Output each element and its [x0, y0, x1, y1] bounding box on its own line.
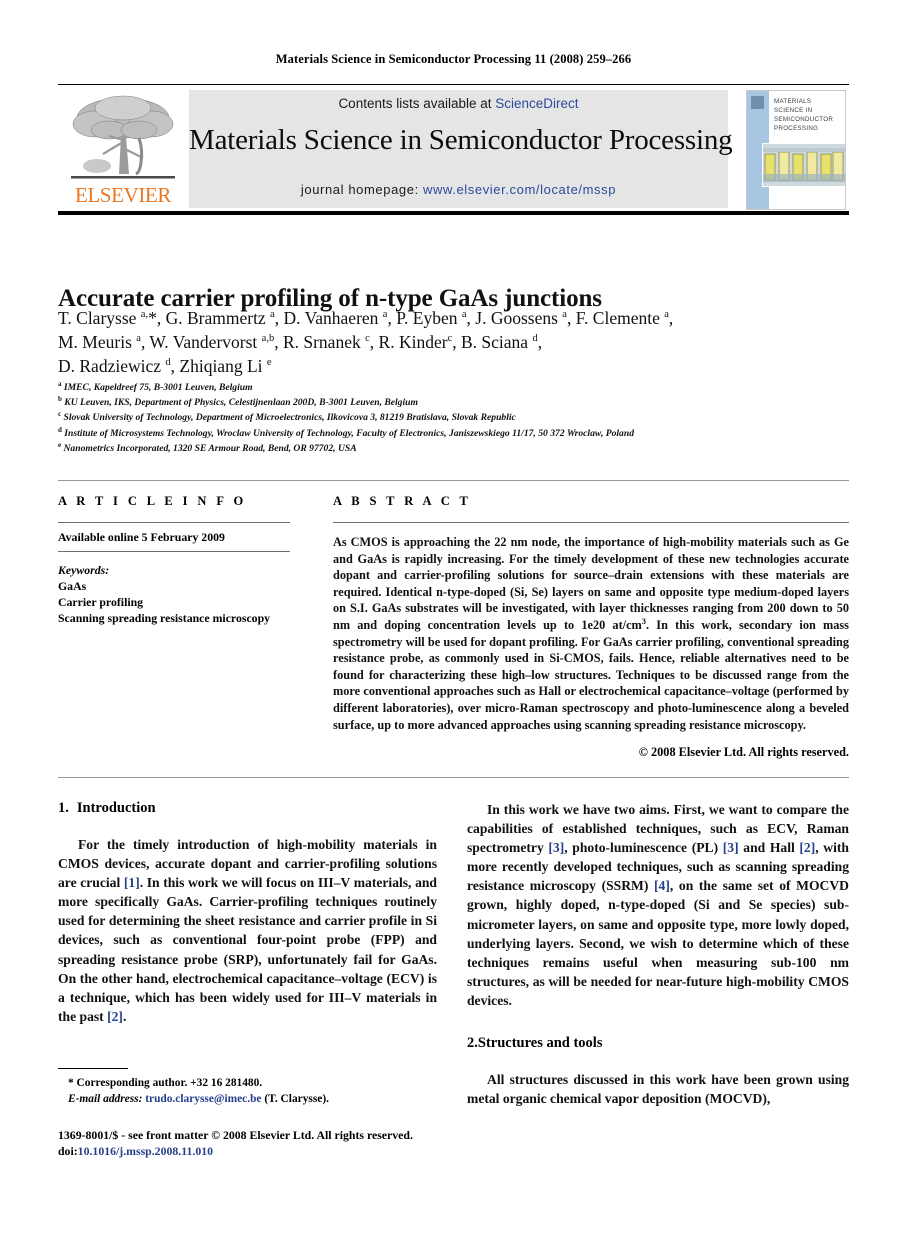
author-line: D. Radziewicz d, Zhiqiang Li e — [58, 356, 272, 376]
doi-label: doi: — [58, 1144, 78, 1158]
journal-homepage-line: journal homepage: www.elsevier.com/locat… — [189, 182, 728, 197]
body-column-right: In this work we have two aims. First, we… — [467, 800, 849, 1108]
band-top-rule — [58, 480, 849, 481]
section-number: 2. — [467, 1035, 478, 1052]
journal-masthead: ELSEVIER Contents lists available at Sci… — [58, 84, 849, 215]
affiliation-item: c Slovak University of Technology, Depar… — [58, 410, 516, 424]
email-link[interactable]: trudo.clarysse@imec.be — [145, 1093, 261, 1105]
affiliation-item: d Institute of Microsystems Technology, … — [58, 425, 634, 439]
journal-homepage-link[interactable]: www.elsevier.com/locate/mssp — [423, 182, 616, 197]
masthead-panel: Contents lists available at ScienceDirec… — [189, 90, 733, 208]
affiliation-item: b KU Leuven, IKS, Department of Physics,… — [58, 395, 418, 409]
paragraph-introduction: For the timely introduction of high-mobi… — [58, 837, 437, 1024]
email-note: E-mail address: trudo.clarysse@imec.be (… — [58, 1092, 437, 1108]
contents-prefix-text: Contents lists available at — [338, 96, 496, 111]
running-head: Materials Science in Semiconductor Proce… — [275, 52, 632, 66]
article-info-rule-2 — [58, 551, 290, 552]
imprint-block: 1369-8001/$ - see front matter © 2008 El… — [58, 1127, 478, 1159]
cover-title-text: MATERIALS SCIENCE IN SEMICONDUCTOR PROCE… — [774, 98, 834, 132]
section-heading-introduction: 1. Introduction — [58, 800, 437, 817]
keyword-item: Scanning spreading resistance microscopy — [58, 611, 271, 625]
email-label: E-mail address: — [68, 1092, 146, 1105]
homepage-prefix-text: journal homepage: — [300, 182, 423, 197]
article-info-abstract-band: A R T I C L E I N F O Available online 5… — [58, 480, 849, 778]
band-bottom-rule — [58, 777, 849, 778]
article-info-heading: A R T I C L E I N F O — [58, 494, 247, 508]
affiliation-list: a IMEC, Kapeldreef 75, B-3001 Leuven, Be… — [58, 380, 858, 456]
journal-cover-thumbnail: MATERIALS SCIENCE IN SEMICONDUCTOR PROCE… — [746, 90, 846, 210]
elsevier-logo: ELSEVIER — [63, 90, 183, 208]
author-list: T. Clarysse a,*, G. Brammertz a, D. Vanh… — [58, 306, 848, 378]
author-line: T. Clarysse a,*, G. Brammertz a, D. Vanh… — [58, 308, 674, 328]
abstract-text: As CMOS is approaching the 22 nm node, t… — [333, 535, 849, 732]
elsevier-wordmark: ELSEVIER — [75, 183, 171, 207]
journal-title: Materials Science in Semiconductor Proce… — [189, 124, 733, 156]
abstract-copyright: © 2008 Elsevier Ltd. All rights reserved… — [638, 745, 849, 760]
section-title: Introduction — [76, 800, 156, 816]
masthead-bottom-rule — [58, 211, 849, 215]
elsevier-tree-icon — [71, 95, 175, 179]
available-online-text: Available online 5 February 2009 — [58, 530, 225, 544]
author-line: M. Meuris a, W. Vandervorst a,b, R. Srna… — [58, 332, 543, 352]
abstract-column: A B S T R A C T As CMOS is approaching t… — [333, 494, 849, 760]
paragraph-aims: In this work we have two aims. First, we… — [467, 802, 849, 1008]
cover-microchip-illustration-icon — [763, 144, 845, 186]
body-column-left: 1. Introduction For the timely introducti… — [58, 800, 437, 1026]
abstract-heading: A B S T R A C T — [333, 494, 472, 508]
footnote-block: * Corresponding author. +32 16 281480. E… — [58, 1068, 437, 1107]
affiliation-item: a IMEC, Kapeldreef 75, B-3001 Leuven, Be… — [58, 379, 253, 393]
keyword-item: Carrier profiling — [58, 595, 144, 609]
issn-copyright-line: 1369-8001/$ - see front matter © 2008 El… — [58, 1128, 413, 1142]
keywords-heading: Keywords: — [58, 563, 110, 577]
doi-link[interactable]: 10.1016/j.mssp.2008.11.010 — [78, 1144, 213, 1158]
paragraph-structures: All structures discussed in this work ha… — [467, 1072, 849, 1107]
footnote-rule — [58, 1068, 128, 1069]
affiliation-item: e Nanometrics Incorporated, 1320 SE Armo… — [58, 440, 357, 454]
cover-photo — [762, 143, 845, 187]
doi-line: doi:10.1016/j.mssp.2008.11.010 — [58, 1143, 478, 1159]
corresponding-author-note: * Corresponding author. +32 16 281480. — [68, 1077, 263, 1089]
email-suffix: (T. Clarysse). — [261, 1092, 329, 1105]
section-number: 1. — [58, 800, 69, 816]
keyword-item: GaAs — [58, 579, 87, 593]
masthead-top-rule — [58, 84, 849, 85]
paper-page: Materials Science in Semiconductor Proce… — [0, 0, 907, 1238]
cover-publisher-mark-icon — [751, 96, 764, 109]
section-title: Structures and tools — [477, 1035, 603, 1052]
abstract-rule — [333, 522, 849, 523]
article-info-rule — [58, 522, 290, 523]
section-heading-structures-and-tools: 2.Structures and tools — [467, 1035, 849, 1052]
sciencedirect-link[interactable]: ScienceDirect — [495, 96, 578, 111]
contents-available-line: Contents lists available at ScienceDirec… — [189, 96, 728, 111]
article-info-column: A R T I C L E I N F O Available online 5… — [58, 494, 290, 626]
